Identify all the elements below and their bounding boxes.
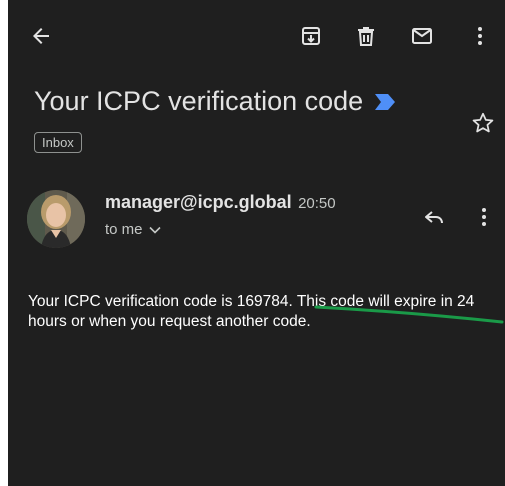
- more-vertical-icon: [478, 27, 482, 45]
- email-body: Your ICPC verification code is 169784. T…: [28, 293, 475, 330]
- chevron-down-icon: [148, 226, 161, 234]
- inbox-label-chip[interactable]: Inbox: [34, 132, 82, 153]
- star-icon: [472, 112, 494, 133]
- email-subject-row: Your ICPC verification code: [34, 86, 397, 117]
- message-more-button[interactable]: [466, 199, 502, 235]
- email-view-screen: Your ICPC verification code Inbox manage…: [8, 0, 505, 486]
- recipient-details-toggle[interactable]: to me: [105, 221, 161, 238]
- arrow-left-icon: [33, 28, 49, 44]
- reply-icon: [425, 211, 443, 224]
- archive-button[interactable]: [293, 18, 329, 54]
- important-marker-icon[interactable]: [373, 93, 397, 111]
- archive-icon: [302, 27, 320, 45]
- trash-icon: [358, 27, 374, 46]
- annotation-line: [314, 305, 504, 324]
- more-vertical-icon: [482, 208, 486, 226]
- sender-line: manager@icpc.global 20:50: [105, 192, 336, 213]
- back-button[interactable]: [23, 18, 59, 54]
- recipient-label: to me: [105, 221, 143, 238]
- star-button[interactable]: [465, 105, 501, 141]
- sender-name[interactable]: manager@icpc.global: [105, 192, 292, 212]
- email-subject: Your ICPC verification code: [34, 86, 364, 116]
- delete-button[interactable]: [348, 18, 384, 54]
- avatar[interactable]: [27, 190, 85, 248]
- more-options-button[interactable]: [462, 18, 498, 54]
- reply-button[interactable]: [416, 199, 452, 235]
- mail-icon: [412, 28, 432, 44]
- mark-unread-button[interactable]: [404, 18, 440, 54]
- email-time: 20:50: [298, 195, 336, 212]
